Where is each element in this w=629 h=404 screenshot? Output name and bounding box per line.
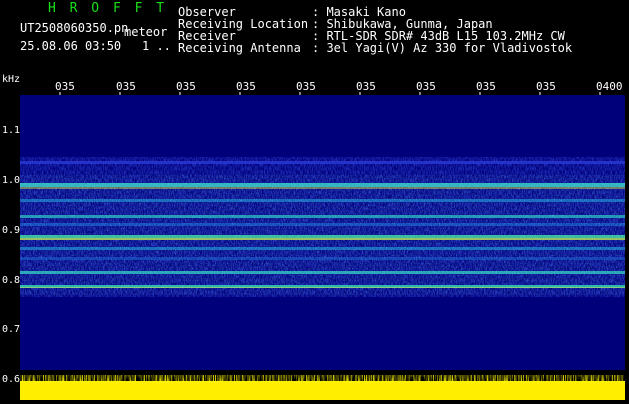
freq-tick: 1.0	[2, 175, 21, 186]
freq-tick: 0.6	[2, 374, 21, 385]
time-tick: 035	[356, 80, 376, 93]
time-tick: 035	[296, 80, 316, 93]
spectrogram-svg	[20, 95, 625, 370]
time-tick: 035	[116, 80, 136, 93]
signal-level-bar	[20, 375, 625, 400]
axis-unit-label: kHz	[2, 74, 21, 85]
freq-tick: 0.8	[2, 275, 21, 286]
info-label-antenna: Receiving Antenna	[178, 41, 301, 55]
file-name: UT2508060350.pn	[20, 21, 129, 35]
datetime: 25.08.06 03:50	[20, 39, 122, 53]
time-tick: 035	[416, 80, 436, 93]
freq-tick: 1.1	[2, 125, 21, 136]
mode-label: meteor	[124, 25, 168, 39]
freq-tick: 0.7	[2, 324, 21, 335]
time-tick: 035	[55, 80, 75, 93]
spectrogram-display	[20, 95, 625, 370]
time-tick: 035	[476, 80, 496, 93]
time-tick: 035	[176, 80, 196, 93]
info-value-antenna: : 3el Yagi(V) Az 330 for Vladivostok	[312, 41, 573, 55]
status-indicator: 1 ..	[142, 39, 171, 53]
time-tick: 035	[536, 80, 556, 93]
time-tick: 035	[236, 80, 256, 93]
time-tick: 0400	[596, 80, 623, 93]
level-bar-svg	[20, 375, 625, 400]
app-title: H R O F F T	[48, 1, 168, 16]
freq-tick: 0.9	[2, 225, 21, 236]
